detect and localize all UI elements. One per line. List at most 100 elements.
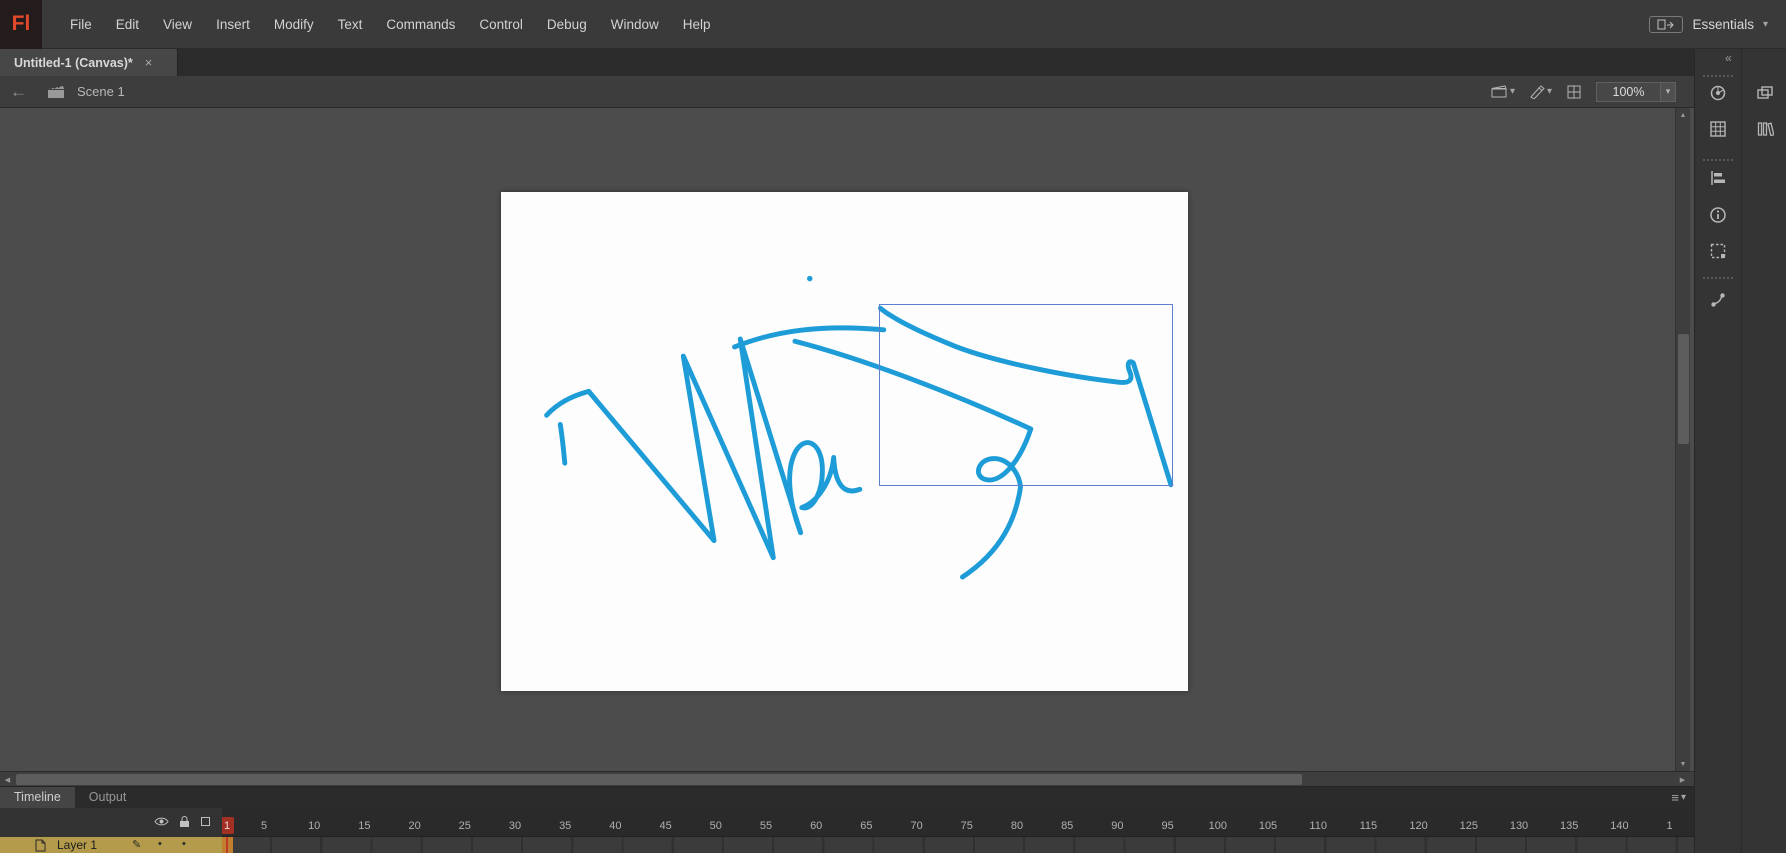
tab-timeline[interactable]: Timeline xyxy=(0,787,75,808)
document-tab[interactable]: Untitled-1 (Canvas)* × xyxy=(0,49,178,76)
menu-modify[interactable]: Modify xyxy=(262,0,326,49)
frame-number: 100 xyxy=(1208,820,1227,832)
scroll-down-icon[interactable]: ▼ xyxy=(1676,757,1690,771)
vertical-scroll-thumb[interactable] xyxy=(1678,334,1689,444)
lock-icon[interactable] xyxy=(179,816,190,828)
pencil-icon: ✎ xyxy=(132,839,142,851)
menu-control[interactable]: Control xyxy=(467,0,535,49)
edit-symbols-button[interactable]: ▾ xyxy=(1529,84,1552,99)
timeline-tab-bar: Timeline Output ≡ ▾ xyxy=(0,787,1694,808)
scroll-up-icon[interactable]: ▲ xyxy=(1676,108,1690,122)
scroll-right-icon[interactable]: ▶ xyxy=(1675,772,1690,787)
frame-number: 40 xyxy=(609,820,622,832)
transform-panel-icon[interactable] xyxy=(1707,240,1729,262)
swatches-panel-icon[interactable] xyxy=(1707,118,1729,140)
brush-stroke[interactable] xyxy=(557,421,568,466)
close-icon[interactable]: × xyxy=(145,55,153,70)
stage-canvas[interactable] xyxy=(501,192,1188,691)
frame-number: 15 xyxy=(358,820,371,832)
visibility-dot-icon[interactable]: • xyxy=(158,838,162,850)
layer-row[interactable]: Layer 1 ✎ • • xyxy=(0,837,222,853)
timeline-header: 1 5 10 15 20 25 30 35 40 45 50 55 60 65 70 75 80 85 90 95 1… xyxy=(0,808,1694,837)
panel-menu-icon[interactable]: ≡ ▾ xyxy=(1671,787,1686,808)
pasteboard[interactable] xyxy=(0,108,1694,771)
center-frame-button[interactable] xyxy=(1566,84,1582,100)
lock-dot-icon[interactable]: • xyxy=(182,838,186,850)
frame-number: 80 xyxy=(1010,820,1024,832)
scene-breadcrumb: Scene 1 xyxy=(77,84,125,99)
playhead-marker[interactable]: 1 xyxy=(222,817,234,834)
brush-stroke[interactable] xyxy=(586,336,804,561)
horizontal-scroll-thumb[interactable] xyxy=(16,774,1302,785)
playhead-line[interactable] xyxy=(226,837,228,853)
chevron-down-icon[interactable]: ▾ xyxy=(1660,82,1675,101)
timeline-ruler[interactable]: 1 5 10 15 20 25 30 35 40 45 50 55 60 65 70 75 80 85 90 95 1… xyxy=(222,808,1694,837)
workspace-switcher[interactable]: Essentials ▾ xyxy=(1649,15,1768,33)
align-panel-icon[interactable] xyxy=(1707,167,1729,189)
frame-number: 75 xyxy=(960,820,973,832)
frame-number: 50 xyxy=(709,820,722,832)
dock-column-outer xyxy=(1742,49,1786,853)
timeline-layers: Layer 1 ✎ • • xyxy=(0,837,1694,853)
menu-debug[interactable]: Debug xyxy=(535,0,599,49)
motion-presets-panel-icon[interactable] xyxy=(1707,289,1729,311)
frame-number: 65 xyxy=(860,820,873,832)
brush-stroke[interactable] xyxy=(787,440,863,536)
menu-view[interactable]: View xyxy=(151,0,204,49)
frame-number: 30 xyxy=(508,820,522,832)
eye-icon[interactable] xyxy=(154,816,169,827)
back-arrow-icon[interactable]: ← xyxy=(10,83,27,100)
frame-number: 45 xyxy=(659,820,672,832)
layer-controls-header xyxy=(0,808,222,837)
zoom-value: 100% xyxy=(1612,84,1645,99)
frame-number: 10 xyxy=(308,820,321,832)
color-panel-icon[interactable] xyxy=(1707,82,1729,104)
library-panel-icon[interactable] xyxy=(1754,118,1776,140)
brush-dot[interactable] xyxy=(807,275,813,282)
layer-name[interactable]: Layer 1 xyxy=(57,838,97,852)
edit-scene-button[interactable]: ▾ xyxy=(1491,85,1515,98)
chevron-down-icon: ▾ xyxy=(1546,86,1552,97)
vertical-scrollbar[interactable]: ▲ ▼ xyxy=(1675,108,1690,771)
frame-number: 130 xyxy=(1509,820,1529,832)
frame-number: 120 xyxy=(1409,820,1428,832)
layer-page-icon xyxy=(35,839,46,852)
brush-stroke[interactable] xyxy=(544,388,592,418)
menu-text[interactable]: Text xyxy=(326,0,375,49)
zoom-control[interactable]: 100% ▾ xyxy=(1596,81,1676,102)
edit-bar: ← Scene 1 ▾ ▾ 100% ▾ xyxy=(0,76,1694,108)
flash-logo: Fl xyxy=(0,0,42,49)
document-tab-bar: Untitled-1 (Canvas)* × xyxy=(0,49,1694,76)
timeline-panel: Timeline Output ≡ ▾ 1 5 10 15 20 25 30 3… xyxy=(0,786,1694,853)
tab-output[interactable]: Output xyxy=(75,787,141,808)
horizontal-scrollbar[interactable]: ◀ ▶ xyxy=(0,771,1694,786)
menu-insert[interactable]: Insert xyxy=(204,0,262,49)
panel-group-grip xyxy=(1703,277,1733,279)
menu-window[interactable]: Window xyxy=(599,0,671,49)
info-panel-icon[interactable] xyxy=(1707,204,1729,226)
selection-rectangle[interactable] xyxy=(879,304,1173,486)
panel-group-grip xyxy=(1703,159,1733,161)
frames-grid[interactable] xyxy=(222,837,1694,853)
menu-help[interactable]: Help xyxy=(671,0,723,49)
chevron-down-icon: ▾ xyxy=(1509,86,1515,97)
scroll-left-icon[interactable]: ◀ xyxy=(0,772,15,787)
menu-commands[interactable]: Commands xyxy=(374,0,467,49)
menu-file[interactable]: File xyxy=(58,0,104,49)
workspace-icon xyxy=(1649,15,1684,33)
outline-view-icon[interactable] xyxy=(200,816,211,827)
frame-number: 60 xyxy=(810,820,823,832)
frame-number: 140 xyxy=(1610,820,1629,832)
frame-number: 115 xyxy=(1359,820,1378,832)
frame-number: 105 xyxy=(1258,820,1278,832)
frame-number: 95 xyxy=(1161,820,1174,832)
frame-number: 55 xyxy=(759,820,773,832)
menu-edit[interactable]: Edit xyxy=(104,0,151,49)
dock-column-inner xyxy=(1695,49,1741,853)
workspace-label: Essentials xyxy=(1692,16,1754,32)
frame-number: 125 xyxy=(1459,820,1478,832)
frame-number: 90 xyxy=(1111,820,1124,832)
frame-number: 25 xyxy=(458,820,471,832)
properties-panel-icon[interactable] xyxy=(1754,82,1776,104)
application-window: Fl File Edit View Insert Modify Text Commands C… xyxy=(0,0,1786,853)
